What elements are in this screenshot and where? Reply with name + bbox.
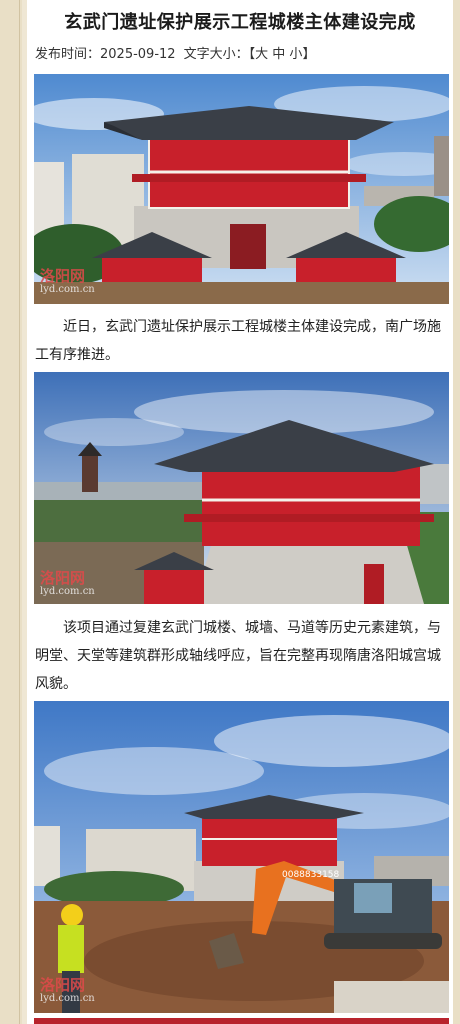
photo-gate-tower-aerial: 洛阳网 lyd.com.cn xyxy=(34,372,449,604)
left-margin-rail xyxy=(0,0,22,1024)
font-size-medium-button[interactable]: 中 xyxy=(272,47,285,62)
font-size-label: 文字大小： xyxy=(183,47,249,62)
watermark: 洛阳网 lyd.com.cn xyxy=(40,267,95,295)
publish-label: 发布时间： xyxy=(35,47,101,62)
excavator-id-text: 0088833158 xyxy=(282,870,340,880)
paragraph-2: 该项目通过复建玄武门城楼、城墙、马道等历史元素建筑，与明堂、天堂等建筑群形成轴线… xyxy=(35,620,441,692)
photo-construction-site: 0088833158 洛阳网 lyd.com.cn xyxy=(34,701,449,1013)
font-size-large-button[interactable]: 大 xyxy=(255,47,268,62)
publish-date: 2025-09-12 xyxy=(100,47,176,62)
paragraph-1: 近日，玄武门遗址保护展示工程城楼主体建设完成，南广场施工有序推进。 xyxy=(35,319,441,363)
right-margin-rail xyxy=(452,0,460,1024)
watermark: 洛阳网 lyd.com.cn xyxy=(40,976,95,1004)
article-title: 玄武门遗址保护展示工程城楼主体建设完成 xyxy=(64,12,416,33)
article-container: 玄武门遗址保护展示工程城楼主体建设完成 发布时间：2025-09-12 文字大小：… xyxy=(27,0,453,1024)
font-size-bracket-close: 】 xyxy=(302,47,316,62)
article-meta: 发布时间：2025-09-12 文字大小：【大 中 小】 xyxy=(35,43,315,62)
watermark: 洛阳网 lyd.com.cn xyxy=(40,569,95,597)
font-size-small-button[interactable]: 小 xyxy=(289,47,302,62)
photo-gate-tower-front: 洛阳网 lyd.com.cn xyxy=(34,74,449,304)
next-image-edge xyxy=(34,1018,449,1024)
